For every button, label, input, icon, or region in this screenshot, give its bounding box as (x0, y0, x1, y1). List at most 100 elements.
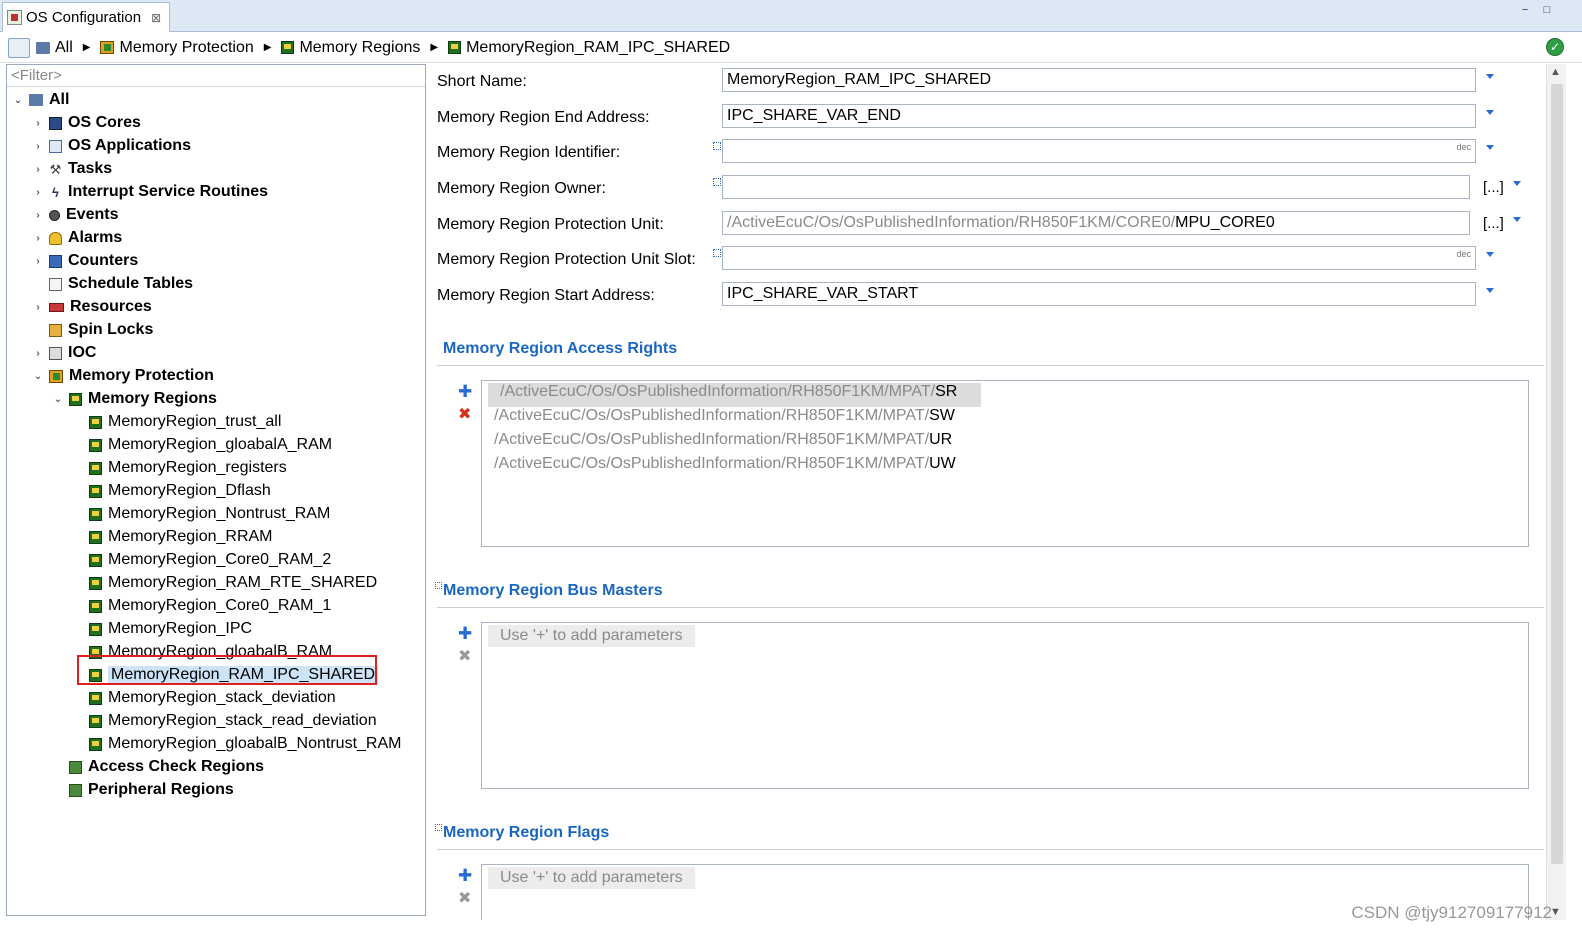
tree-node-region[interactable]: MemoryRegion_Core0_RAM_2 (89, 549, 331, 571)
browse-button[interactable]: [...] (1483, 215, 1504, 232)
navigation-tree-panel: <Filter> ⌄ All › OS Cores › OS Applicati… (6, 64, 426, 916)
section-access-rights-title[interactable]: Memory Region Access Rights (443, 340, 677, 358)
chevron-down-icon[interactable]: ⌄ (13, 95, 23, 106)
tab-title: OS Configuration (26, 9, 142, 26)
add-icon[interactable]: ✚ (458, 624, 472, 644)
minimize-icon[interactable]: − (1518, 4, 1532, 18)
short-name-input[interactable]: MemoryRegion_RAM_IPC_SHARED (722, 68, 1476, 92)
list-item[interactable]: /ActiveEcuC/Os/OsPublishedInformation/RH… (482, 381, 1528, 407)
close-icon[interactable]: ⊠ (151, 11, 161, 25)
tree-node-region[interactable]: MemoryRegion_RAM_RTE_SHARED (89, 572, 377, 594)
list-item[interactable]: /ActiveEcuC/Os/OsPublishedInformation/RH… (482, 429, 1528, 453)
add-icon[interactable]: ✚ (458, 382, 472, 402)
access-rights-list[interactable]: /ActiveEcuC/Os/OsPublishedInformation/RH… (481, 380, 1529, 547)
tree-node-region[interactable]: MemoryRegion_RRAM (89, 526, 273, 548)
chevron-down-icon[interactable] (1486, 74, 1494, 79)
breadcrumb-item-current[interactable]: MemoryRegion_RAM_IPC_SHARED (448, 39, 730, 57)
memory-region-icon (89, 553, 102, 567)
tree-node-tasks[interactable]: › ⚒ Tasks (33, 158, 112, 180)
tree-node-region[interactable]: MemoryRegion_registers (89, 457, 287, 479)
section-flags-title[interactable]: Memory Region Flags (443, 824, 609, 842)
chevron-right-icon[interactable]: › (33, 187, 43, 198)
chevron-down-icon[interactable]: ⌄ (53, 394, 63, 405)
tree-node-schedule-tables[interactable]: Schedule Tables (49, 273, 193, 295)
field-identifier: Memory Region Identifier: dec (428, 139, 1544, 165)
tree-node-counters[interactable]: › Counters (33, 250, 138, 272)
chevron-down-icon[interactable] (1486, 288, 1494, 293)
outline-toggle-button[interactable] (8, 37, 30, 58)
validation-ok-icon[interactable]: ✓ (1546, 38, 1564, 56)
tree-node-spin-locks[interactable]: Spin Locks (49, 319, 153, 341)
tree-node-resources[interactable]: › Resources (33, 296, 152, 318)
list-item[interactable]: /ActiveEcuC/Os/OsPublishedInformation/RH… (482, 405, 1528, 429)
selection-highlight-annotation (77, 655, 377, 685)
tree-node-region[interactable]: MemoryRegion_gloabalA_RAM (89, 434, 332, 456)
chevron-right-icon[interactable]: › (33, 141, 43, 152)
owner-input[interactable] (722, 175, 1470, 199)
chevron-down-icon[interactable] (1486, 110, 1494, 115)
identifier-input[interactable]: dec (722, 139, 1476, 163)
bus-masters-list[interactable]: Use '+' to add parameters (481, 622, 1529, 789)
breadcrumb-item-memory-protection[interactable]: Memory Protection (100, 39, 254, 57)
tree-node-region[interactable]: MemoryRegion_stack_read_deviation (89, 710, 377, 732)
chevron-right-icon[interactable]: › (33, 118, 43, 129)
tree-node-all[interactable]: ⌄ All (13, 89, 70, 111)
filter-input[interactable]: <Filter> (7, 65, 425, 87)
os-config-icon (7, 10, 22, 25)
tree-node-access-check-regions[interactable]: Access Check Regions (69, 756, 264, 778)
chevron-down-icon[interactable]: ⌄ (33, 371, 43, 382)
chevron-right-icon[interactable]: › (33, 233, 43, 244)
protection-unit-input[interactable]: /ActiveEcuC/Os/OsPublishedInformation/RH… (722, 211, 1470, 235)
breadcrumb-item-memory-regions[interactable]: Memory Regions (281, 39, 420, 57)
tree-node-peripheral-regions[interactable]: Peripheral Regions (69, 779, 234, 801)
tree-node-memory-regions[interactable]: ⌄ Memory Regions (53, 388, 217, 410)
end-address-input[interactable]: IPC_SHARE_VAR_END (722, 104, 1476, 128)
memory-protection-icon (49, 369, 63, 383)
section-divider (437, 365, 1544, 366)
vertical-scrollbar[interactable]: ▲ ▼ (1546, 64, 1566, 920)
tab-os-configuration[interactable]: OS Configuration ⊠ (2, 2, 171, 32)
tree-node-region[interactable]: MemoryRegion_Dflash (89, 480, 271, 502)
field-protection-unit: Memory Region Protection Unit: /ActiveEc… (428, 211, 1544, 237)
memory-protection-icon (100, 41, 115, 54)
browse-button[interactable]: [...] (1483, 179, 1504, 196)
tree-node-alarms[interactable]: › Alarms (33, 227, 122, 249)
chevron-down-icon[interactable] (1513, 217, 1521, 222)
tree-node-memory-protection[interactable]: ⌄ Memory Protection (33, 365, 214, 387)
tree-node-region[interactable]: MemoryRegion_gloabalB_Nontrust_RAM (89, 733, 401, 755)
scrollbar-thumb[interactable] (1551, 84, 1563, 864)
chevron-up-icon[interactable]: ▲ (1550, 66, 1561, 78)
chevron-right-icon[interactable]: › (33, 210, 43, 221)
memory-region-icon (89, 507, 102, 521)
tree-node-region[interactable]: MemoryRegion_IPC (89, 618, 252, 640)
section-bus-masters-title[interactable]: Memory Region Bus Masters (443, 582, 663, 600)
tree-node-region[interactable]: MemoryRegion_stack_deviation (89, 687, 336, 709)
chevron-down-icon[interactable] (1513, 181, 1521, 186)
maximize-icon[interactable]: □ (1540, 4, 1554, 18)
tree-node-ioc[interactable]: › IOC (33, 342, 96, 364)
breadcrumb-item-all[interactable]: All (36, 39, 73, 57)
section-divider (437, 849, 1544, 850)
start-address-input[interactable]: IPC_SHARE_VAR_START (722, 282, 1476, 306)
tree-node-events[interactable]: › Events (33, 204, 118, 226)
peripheral-icon (69, 783, 82, 797)
tree-node-region[interactable]: MemoryRegion_Nontrust_RAM (89, 503, 330, 525)
chevron-right-icon[interactable]: › (33, 302, 43, 313)
tree-node-region[interactable]: MemoryRegion_trust_all (89, 411, 281, 433)
add-icon[interactable]: ✚ (458, 866, 472, 886)
tree-node-region[interactable]: MemoryRegion_Core0_RAM_1 (89, 595, 331, 617)
tree-node-os-applications[interactable]: › OS Applications (33, 135, 191, 157)
tree-node-os-cores[interactable]: › OS Cores (33, 112, 141, 134)
application-icon (49, 139, 62, 153)
chevron-right-icon[interactable]: › (33, 164, 43, 175)
tree-node-isr[interactable]: › ϟ Interrupt Service Routines (33, 181, 268, 203)
chevron-right-icon[interactable]: › (33, 348, 43, 359)
chevron-right-icon[interactable]: › (33, 256, 43, 267)
remove-icon[interactable]: ✖ (458, 404, 471, 424)
protection-unit-slot-input[interactable]: dec (722, 246, 1476, 270)
watermark: CSDN @tjy912709177912 (1351, 903, 1552, 922)
chevron-down-icon[interactable] (1486, 252, 1494, 257)
list-item[interactable]: /ActiveEcuC/Os/OsPublishedInformation/RH… (482, 453, 1528, 477)
lock-icon (49, 323, 62, 337)
chevron-down-icon[interactable] (1486, 145, 1494, 150)
